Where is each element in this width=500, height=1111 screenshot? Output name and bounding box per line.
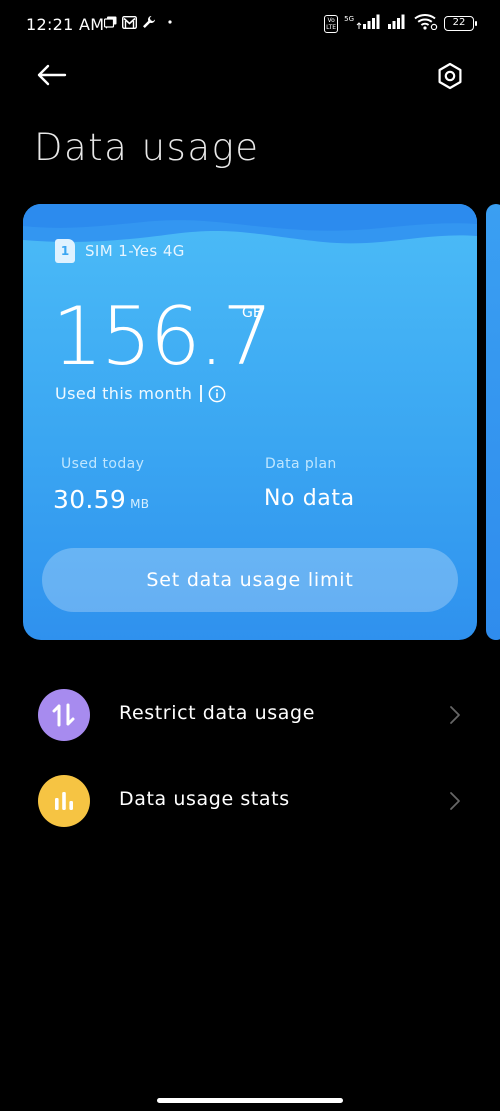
used-this-month-row: Used this month xyxy=(55,384,226,403)
sim-card-icon: 1 xyxy=(55,239,75,263)
bar-chart-icon xyxy=(38,775,90,827)
data-plan-label: Data plan xyxy=(265,456,337,472)
data-plan-value: No data xyxy=(264,486,355,511)
chevron-right-icon xyxy=(450,792,460,810)
wrench-icon xyxy=(142,14,156,33)
status-bar: 12:21 AM Vo LTE 5G 22 xyxy=(0,0,500,52)
list-item-data-usage-stats[interactable]: Data usage stats xyxy=(0,766,500,836)
screen: 12:21 AM Vo LTE 5G 22 Data usage 1 SIM 1… xyxy=(0,0,500,1111)
battery-icon: 22 xyxy=(444,16,477,31)
used-today-label: Used today xyxy=(61,456,145,472)
wifi-icon xyxy=(414,13,438,34)
volte-icon: Vo LTE xyxy=(324,14,339,33)
next-sim-card-peek[interactable] xyxy=(486,204,500,640)
page-title: Data usage xyxy=(34,126,260,169)
list-item-label: Restrict data usage xyxy=(119,702,315,724)
network-type: 5G xyxy=(344,14,354,23)
signal-icon xyxy=(356,14,382,33)
back-arrow-icon xyxy=(37,64,67,86)
divider xyxy=(200,385,203,402)
data-usage-card[interactable]: 1 SIM 1-Yes 4G 156.7 GB Used this month … xyxy=(23,204,477,640)
list-item-restrict-data-usage[interactable]: Restrict data usage xyxy=(0,680,500,750)
back-button[interactable] xyxy=(32,58,72,92)
set-data-usage-limit-button[interactable]: Set data usage limit xyxy=(42,548,458,612)
sim-label: SIM 1-Yes 4G xyxy=(85,242,185,260)
status-time: 12:21 AM xyxy=(26,15,105,34)
sim-selector[interactable]: 1 SIM 1-Yes 4G xyxy=(55,239,185,263)
gmail-icon xyxy=(121,14,138,33)
list-item-label: Data usage stats xyxy=(119,788,290,810)
gear-icon xyxy=(438,62,462,90)
chevron-right-icon xyxy=(450,706,460,724)
notification-icons xyxy=(103,14,175,33)
used-this-month-label: Used this month xyxy=(55,384,193,403)
settings-button[interactable] xyxy=(432,58,468,94)
used-today-number: 30.59 xyxy=(53,485,127,514)
info-icon[interactable] xyxy=(208,385,226,403)
used-this-month-value: 156.7 xyxy=(52,290,273,383)
used-today-unit: MB xyxy=(130,497,150,511)
arrows-up-down-icon xyxy=(38,689,90,741)
used-today-value: 30.59 MB xyxy=(53,485,149,514)
chat-icon xyxy=(103,14,117,33)
home-indicator[interactable] xyxy=(157,1098,343,1103)
used-this-month-unit: GB xyxy=(242,305,263,321)
status-indicators: Vo LTE 5G 22 xyxy=(324,13,477,34)
signal-icon-2 xyxy=(388,14,408,33)
dot-icon xyxy=(161,14,175,33)
